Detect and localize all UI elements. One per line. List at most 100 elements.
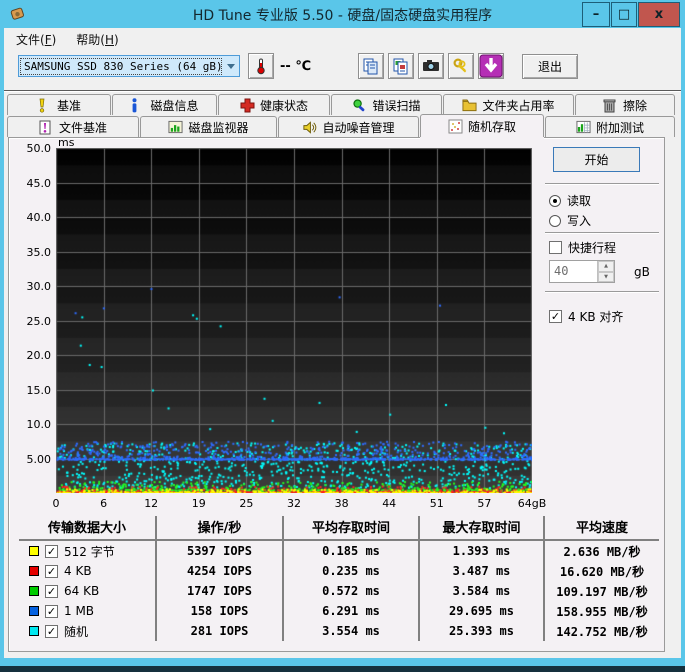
- thermometer-icon: [255, 57, 267, 75]
- series-label: 64 KB: [64, 584, 99, 598]
- temperature-button[interactable]: [248, 53, 274, 79]
- temperature-value: -- ℃: [280, 59, 311, 74]
- start-button[interactable]: 开始: [553, 147, 640, 172]
- trash-icon: [603, 98, 618, 113]
- x-axis-tick-label: 64gB: [518, 497, 547, 510]
- tab-擦除[interactable]: 擦除: [575, 94, 675, 115]
- capacity-input[interactable]: 40 ▲ ▼: [549, 260, 615, 283]
- series-checkbox[interactable]: ✓: [45, 565, 58, 578]
- drive-select-value: SAMSUNG SSD 830 Series (64 gB): [21, 59, 221, 74]
- table-header-0: 传输数据大小: [19, 516, 155, 541]
- copy-text-icon: [362, 57, 380, 75]
- y-axis-tick-label: 30.0: [13, 280, 51, 293]
- y-axis-tick-label: 5.00: [13, 453, 51, 466]
- series-color-swatch: [29, 546, 39, 556]
- series-label: 512 字节: [64, 543, 115, 560]
- table-cell-speed: 158.955 MB/秒: [543, 601, 659, 621]
- write-radio[interactable]: [549, 215, 561, 227]
- update-button[interactable]: [478, 53, 504, 79]
- tab-随机存取[interactable]: 随机存取: [420, 114, 544, 137]
- menu-item-text: ): [114, 33, 119, 47]
- tab-磁盘监视器[interactable]: 磁盘监视器: [140, 116, 277, 137]
- y-axis-tick-label: 40.0: [13, 211, 51, 224]
- series-checkbox[interactable]: ✓: [45, 545, 58, 558]
- random-access-tab-page: ms 50.045.040.035.030.025.020.015.010.05…: [8, 137, 665, 652]
- series-color-swatch: [29, 606, 39, 616]
- table-cell-iops: 281 IOPS: [155, 621, 282, 641]
- tab-自动噪音管理[interactable]: 自动噪音管理: [278, 116, 419, 137]
- window-body: 文件(F)帮助(H) SAMSUNG SSD 830 Series (64 gB…: [4, 28, 681, 658]
- x-axis-tick-label: 38: [335, 497, 349, 510]
- short-stroke-checkbox[interactable]: [549, 241, 562, 254]
- download-icon: [479, 54, 503, 78]
- x-axis-tick-label: 0: [53, 497, 60, 510]
- menu-item-text: 文件(: [16, 33, 45, 47]
- maximize-button[interactable]: □: [611, 2, 637, 27]
- toolbar: SAMSUNG SSD 830 Series (64 gB) -- ℃ 退出: [4, 50, 681, 90]
- tab-健康状态[interactable]: 健康状态: [218, 94, 330, 115]
- health-cross-icon: [240, 98, 255, 113]
- y-axis-tick-label: 20.0: [13, 349, 51, 362]
- exit-button[interactable]: 退出: [522, 54, 578, 79]
- drive-select-dropdown[interactable]: SAMSUNG SSD 830 Series (64 gB): [18, 55, 240, 77]
- x-axis-tick-label: 6: [100, 497, 107, 510]
- separator: [545, 291, 659, 293]
- close-button[interactable]: x: [638, 2, 680, 27]
- toolbar-separator: [4, 90, 681, 92]
- x-axis-tick-label: 25: [239, 497, 253, 510]
- separator: [545, 232, 659, 234]
- extra-tests-icon: [576, 120, 591, 135]
- y-axis-tick-label: 50.0: [13, 142, 51, 155]
- capacity-value[interactable]: 40: [550, 261, 597, 282]
- menu-item-F[interactable]: 文件(F): [8, 28, 64, 51]
- read-radio[interactable]: [549, 195, 561, 207]
- exclamation-icon: [37, 98, 52, 113]
- tab-磁盘信息[interactable]: 磁盘信息: [112, 94, 217, 115]
- screenshot-button[interactable]: [418, 53, 444, 79]
- write-radio-row[interactable]: 写入: [549, 212, 591, 229]
- tab-bars: 基准磁盘信息健康状态错误扫描 文件夹占用率 擦除 文件基准磁盘监视器自动噪音管理随机…: [7, 94, 679, 137]
- read-radio-label: 读取: [567, 192, 591, 209]
- tab-文件基准[interactable]: 文件基准: [7, 116, 139, 137]
- table-row-legend: ✓1 MB: [19, 601, 155, 621]
- stepper-up-icon[interactable]: ▲: [598, 261, 614, 272]
- series-label: 4 KB: [64, 564, 92, 578]
- menu-item-text: ): [52, 33, 57, 47]
- copy-image-icon: [392, 57, 410, 75]
- monitor-chart-icon: [168, 120, 183, 135]
- table-cell-speed: 109.197 MB/秒: [543, 581, 659, 601]
- align-4kb-label: 4 KB 对齐: [568, 308, 623, 325]
- info-icon: [130, 98, 145, 113]
- short-stroke-row[interactable]: 快捷行程: [549, 239, 616, 256]
- table-cell-avg: 0.235 ms: [282, 561, 418, 581]
- tab-文件夹占用率[interactable]: 文件夹占用率: [443, 94, 574, 115]
- series-checkbox[interactable]: ✓: [45, 585, 58, 598]
- table-row-legend: ✓随机: [19, 621, 155, 641]
- x-axis-tick-label: 57: [477, 497, 491, 510]
- tab-label: 文件夹占用率: [482, 97, 554, 114]
- x-axis-tick-label: 51: [430, 497, 444, 510]
- align-4kb-checkbox[interactable]: ✓: [549, 310, 562, 323]
- options-button[interactable]: [448, 53, 474, 79]
- align-4kb-row[interactable]: ✓ 4 KB 对齐: [549, 308, 623, 325]
- tab-错误扫描[interactable]: 错误扫描: [331, 94, 442, 115]
- table-row-legend: ✓ 512 字节: [19, 541, 155, 561]
- chevron-down-icon[interactable]: [223, 56, 239, 76]
- tab-附加测试[interactable]: 附加测试: [545, 116, 675, 137]
- copy-image-button[interactable]: [388, 53, 414, 79]
- stepper-down-icon[interactable]: ▼: [598, 272, 614, 283]
- random-access-icon: [448, 119, 463, 134]
- read-radio-row[interactable]: 读取: [549, 192, 591, 209]
- minimize-button[interactable]: –: [582, 2, 610, 27]
- menu-accel-key: H: [105, 33, 114, 47]
- series-checkbox[interactable]: ✓: [45, 605, 58, 618]
- table-header-1: 操作/秒: [155, 516, 282, 541]
- capacity-stepper[interactable]: ▲ ▼: [597, 261, 614, 282]
- table-cell-iops: 1747 IOPS: [155, 581, 282, 601]
- x-axis-tick-label: 44: [382, 497, 396, 510]
- copy-text-button[interactable]: [358, 53, 384, 79]
- series-checkbox[interactable]: ✓: [45, 625, 58, 638]
- table-cell-max: 3.584 ms: [418, 581, 543, 601]
- menu-item-H[interactable]: 帮助(H): [68, 28, 126, 51]
- tab-基准[interactable]: 基准: [7, 94, 111, 115]
